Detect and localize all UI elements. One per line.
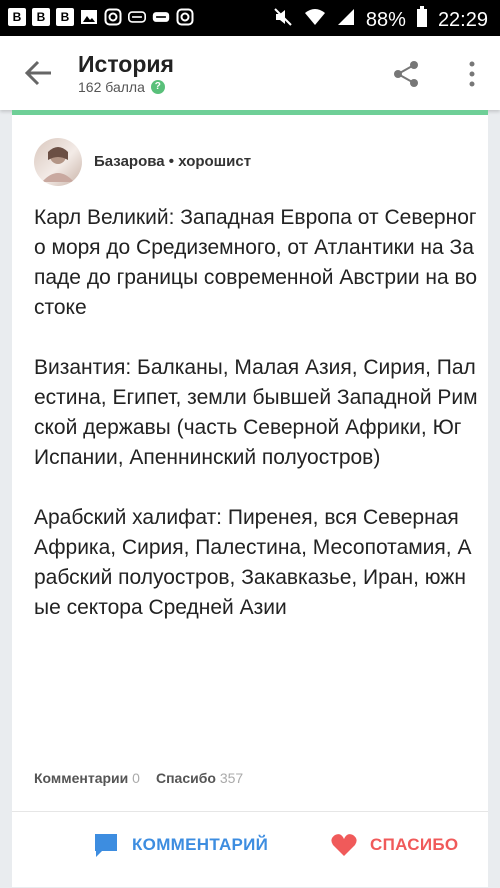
help-icon[interactable]: ? bbox=[150, 80, 165, 94]
thanks-button-label: СПАСИБО bbox=[370, 835, 459, 854]
battery-icon bbox=[416, 6, 428, 33]
author-line: Базарова • хорошист bbox=[94, 153, 251, 170]
status-bar: B B B 88% 22:29 bbox=[0, 0, 500, 36]
page-title: История bbox=[78, 51, 174, 77]
thanks-label: Спасибо bbox=[155, 770, 216, 786]
title-block: История 162 балла ? bbox=[78, 50, 174, 96]
app-bar: История 162 балла ? bbox=[0, 36, 500, 110]
author-rank: хорошист bbox=[178, 153, 252, 170]
system-indicators: 88% 22:29 bbox=[272, 6, 488, 33]
comment-bubble-icon bbox=[92, 831, 120, 859]
back-arrow-icon[interactable] bbox=[22, 58, 56, 88]
image-icon bbox=[80, 8, 98, 26]
points-line: 162 балла ? bbox=[78, 78, 174, 96]
divider bbox=[12, 811, 488, 812]
wifi-icon bbox=[304, 6, 326, 33]
clock: 22:29 bbox=[437, 8, 488, 31]
vk-icon: B bbox=[32, 8, 50, 26]
comment-button[interactable]: КОММЕНТАРИЙ bbox=[92, 831, 268, 859]
instagram-icon bbox=[176, 8, 194, 26]
author-name[interactable]: Базарова bbox=[94, 153, 165, 170]
points-value: 162 балла bbox=[78, 79, 145, 95]
answer-text: Карл Великий: Западная Европа от Северно… bbox=[34, 203, 478, 653]
notification-icons: B B B bbox=[8, 8, 194, 26]
instagram-icon bbox=[104, 8, 122, 26]
answer-paragraph: Арабский халифат: Пиренея, вся Северная … bbox=[34, 506, 472, 619]
comment-button-label: КОММЕНТАРИЙ bbox=[132, 835, 269, 854]
vk-icon: B bbox=[8, 8, 26, 26]
comments-label: Комментарии bbox=[34, 770, 129, 786]
answer-paragraph: Карл Великий: Западная Европа от Северно… bbox=[34, 206, 478, 319]
heart-icon bbox=[330, 831, 358, 859]
app-icon bbox=[152, 8, 170, 26]
avatar[interactable] bbox=[34, 138, 82, 186]
answer-card: Базарова • хорошист Карл Великий: Западн… bbox=[12, 115, 488, 887]
mute-icon bbox=[272, 6, 294, 33]
battery-level: 88% bbox=[365, 8, 406, 31]
thanks-button[interactable]: СПАСИБО bbox=[330, 831, 458, 859]
author-separator: • bbox=[168, 153, 175, 170]
answer-stats: Комментарии 0 Спасибо 357 bbox=[34, 770, 243, 786]
thanks-stat: Спасибо 357 bbox=[156, 770, 243, 786]
comments-stat[interactable]: Комментарии 0 bbox=[34, 770, 140, 786]
app-icon bbox=[128, 8, 146, 26]
vk-icon: B bbox=[56, 8, 74, 26]
answer-paragraph: Византия: Балканы, Малая Азия, Сирия, Па… bbox=[34, 356, 478, 469]
thanks-count: 357 bbox=[219, 770, 244, 786]
signal-icon bbox=[336, 7, 356, 32]
share-icon[interactable] bbox=[390, 58, 422, 90]
comments-count: 0 bbox=[132, 770, 140, 786]
more-menu-icon[interactable] bbox=[462, 60, 482, 88]
